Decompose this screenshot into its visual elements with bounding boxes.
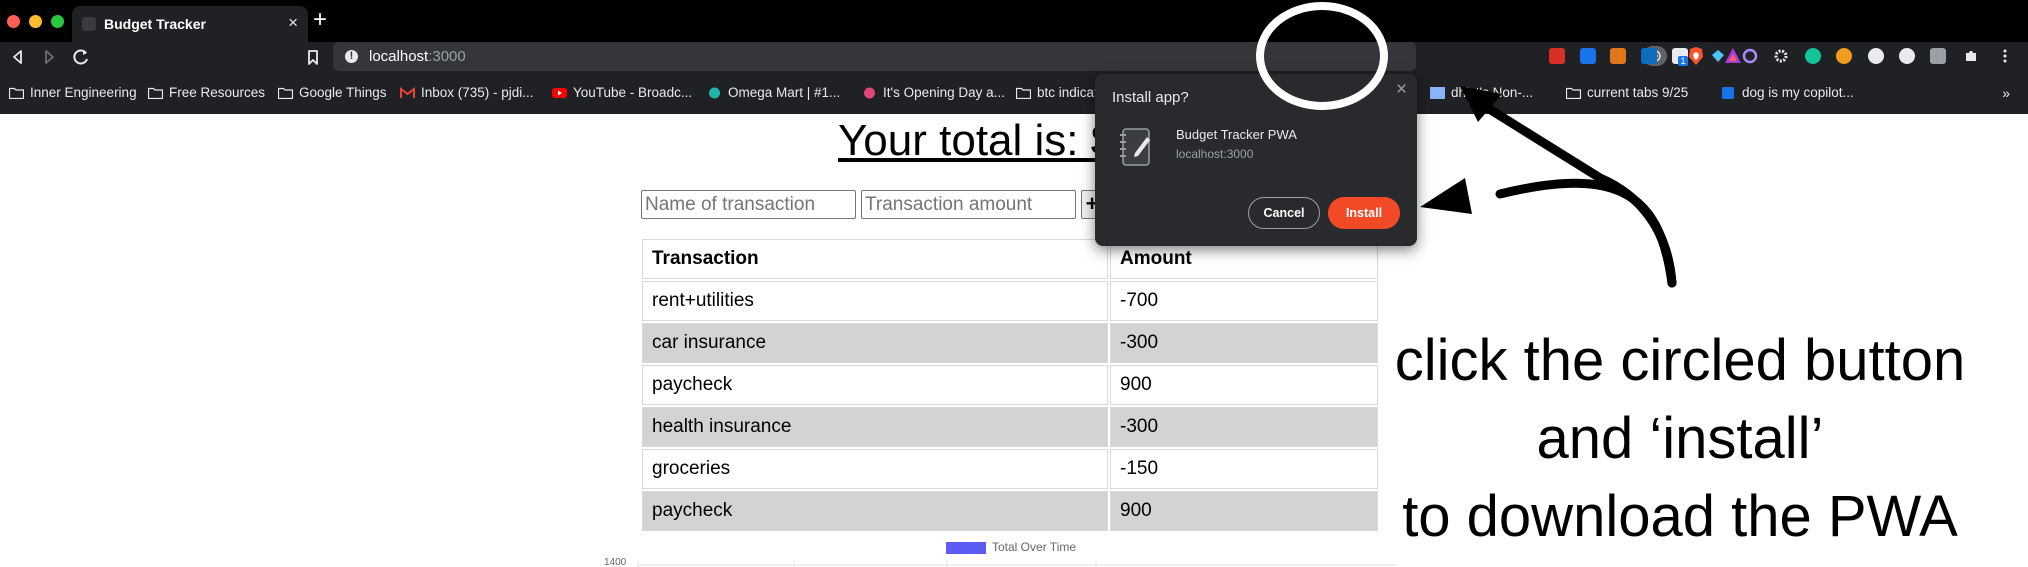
image-icon <box>1430 87 1445 99</box>
bookmark-label: btc indicat <box>1037 85 1098 100</box>
browser-toolbar: ! localhost:3000 1 Inner Engineering Fre… <box>0 42 2028 114</box>
window-close-button[interactable] <box>7 15 20 28</box>
bookmarks-bar: Inner Engineering Free Resources Google … <box>0 76 2028 114</box>
annotation-line-3: to download the PWA <box>1402 484 1958 549</box>
youtube-icon <box>552 87 567 99</box>
ext-red-icon[interactable] <box>1549 48 1565 64</box>
bookmark-label: current tabs 9/25 <box>1587 85 1689 100</box>
notebook-app-icon <box>1120 128 1150 166</box>
bookmark-icon[interactable] <box>299 43 327 71</box>
bookmark-label: dog is my copilot... <box>1742 85 1854 100</box>
ext-diamond-icon[interactable] <box>1710 48 1726 64</box>
ext-grey-icon[interactable] <box>1930 48 1946 64</box>
page-favicon-icon <box>82 17 96 31</box>
bookmark-label: Omega Mart | #1... <box>728 85 841 100</box>
site-info-icon[interactable]: ! <box>345 50 358 63</box>
annotation-line-2: and ‘install’ <box>1536 406 1824 471</box>
annotation-line-1: click the circled button <box>1394 328 1966 393</box>
d-icon <box>1721 87 1736 99</box>
bookmark-label: It's Opening Day a... <box>883 85 1005 100</box>
cancel-button[interactable]: Cancel <box>1248 197 1320 229</box>
bookmarks-overflow-button[interactable]: » <box>2002 85 2010 101</box>
ext-badge-icon[interactable]: 1 <box>1672 48 1688 66</box>
new-tab-button[interactable]: + <box>313 8 327 32</box>
metamask-icon[interactable] <box>1610 48 1626 64</box>
brave-shields-icon[interactable] <box>1687 46 1705 66</box>
gmail-icon <box>400 86 415 99</box>
grammarly-icon[interactable] <box>1805 48 1821 64</box>
tab-title: Budget Tracker <box>104 16 206 32</box>
bookmark-label: Inbox (735) - pjdi... <box>421 85 534 100</box>
tab-budget-tracker[interactable]: Budget Tracker × <box>72 6 308 42</box>
site-icon <box>862 87 877 99</box>
ext-orange-icon[interactable] <box>1836 48 1852 64</box>
tab-close-icon[interactable]: × <box>288 14 298 32</box>
instruction-annotation: click the circled button and ‘install’ t… <box>1340 322 2020 556</box>
url-text: localhost:3000 <box>369 48 466 65</box>
bookmark-label: YouTube - Broadc... <box>573 85 693 100</box>
app-name: Budget Tracker PWA <box>1176 127 1297 142</box>
outlook-icon[interactable] <box>1641 48 1657 64</box>
screenshot-root: Budget Tracker × + ! localhost:3000 1 In… <box>0 0 2028 567</box>
folder-icon <box>1015 87 1032 100</box>
folder-icon <box>277 87 294 100</box>
install-app-dialog: Install app? × Budget Tracker PWA localh… <box>1095 74 1417 246</box>
brave-rewards-icon[interactable] <box>1724 46 1742 66</box>
puzzle-icon[interactable] <box>1963 48 1979 64</box>
extension-badge: 1 <box>1678 56 1688 66</box>
app-origin: localhost:3000 <box>1176 147 1254 161</box>
folder-icon <box>147 87 164 100</box>
window-minimize-button[interactable] <box>29 15 42 28</box>
ext-s-icon[interactable] <box>1899 48 1915 64</box>
back-icon[interactable] <box>4 43 32 71</box>
gear-ext-icon[interactable] <box>1773 48 1789 64</box>
dialog-close-icon[interactable]: × <box>1396 79 1407 101</box>
ext-circle-icon[interactable] <box>1868 48 1884 64</box>
bookmark-label: Google Things <box>299 85 387 100</box>
url-host: localhost <box>369 48 429 65</box>
folder-icon <box>1565 87 1582 100</box>
bookmark-label: Free Resources <box>169 85 266 100</box>
address-bar[interactable]: ! localhost:3000 <box>333 42 1741 71</box>
folder-icon <box>8 87 25 100</box>
bookmark-label: dhist's Non-... <box>1451 85 1534 100</box>
install-button[interactable]: Install <box>1328 197 1400 229</box>
reload-icon[interactable] <box>67 43 95 71</box>
bookmark-label: Inner Engineering <box>30 85 137 100</box>
window-zoom-button[interactable] <box>51 15 64 28</box>
forward-icon[interactable] <box>35 43 63 71</box>
ext-purple-icon[interactable] <box>1742 48 1758 64</box>
menu-icon[interactable] <box>1997 48 2013 64</box>
ext-p-icon[interactable] <box>1580 48 1596 64</box>
url-port: :3000 <box>428 48 466 65</box>
omega-mart-icon <box>707 87 722 99</box>
dialog-title: Install app? <box>1112 89 1189 106</box>
tab-strip: Budget Tracker × + <box>0 0 2028 42</box>
